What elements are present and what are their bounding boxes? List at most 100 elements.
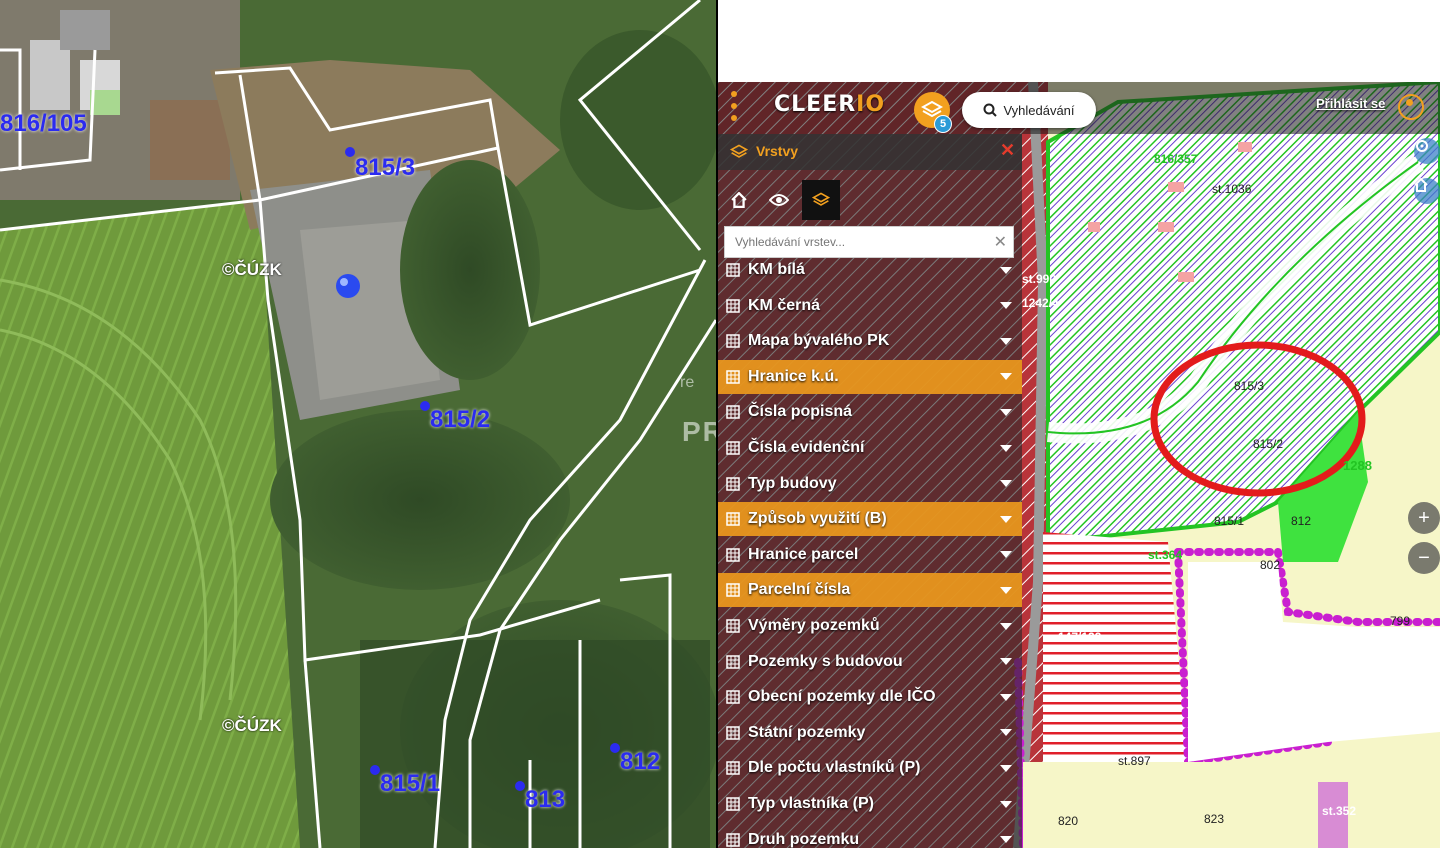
chevron-down-icon[interactable]: [1000, 622, 1012, 630]
chevron-down-icon[interactable]: [1000, 800, 1012, 808]
grid-icon: [726, 476, 740, 491]
layers-icon: [812, 192, 830, 206]
layer-item[interactable]: Státní pozemky: [718, 716, 1022, 750]
layer-item-label: Typ budovy: [748, 474, 837, 492]
parcel-label: 815/2: [430, 406, 491, 433]
close-icon[interactable]: ✕: [1000, 140, 1015, 161]
chevron-down-icon[interactable]: [1000, 586, 1012, 594]
crosshair-icon: [1416, 140, 1428, 152]
cleerio-app: 815/3 815/2 815/1 812 802 1288 816/357 s…: [718, 0, 1440, 848]
tab-home[interactable]: [720, 180, 758, 220]
layer-item-label: Výměry pozemků: [748, 617, 880, 634]
home-icon: [1414, 178, 1428, 192]
chevron-down-icon[interactable]: [1000, 693, 1012, 701]
parcel-label: 823: [1204, 812, 1225, 826]
app-logo[interactable]: CLEERIO: [774, 92, 885, 117]
home-view-button[interactable]: [1414, 178, 1440, 204]
grid-icon: [726, 298, 740, 313]
locate-button[interactable]: [1414, 138, 1440, 164]
parcel-label: st.352: [1322, 804, 1357, 818]
layer-item[interactable]: KM černá: [718, 289, 1022, 323]
parcel-label: 812: [620, 748, 661, 775]
menu-button[interactable]: [730, 91, 738, 121]
grid-icon: [726, 619, 740, 633]
parcel-label: 816/105: [0, 110, 87, 137]
chevron-down-icon[interactable]: [1000, 480, 1012, 488]
chevron-down-icon[interactable]: [1000, 266, 1012, 274]
layer-item[interactable]: KM bílá: [718, 253, 1022, 287]
grid-icon: [726, 726, 740, 740]
grid-icon: [726, 370, 740, 384]
layer-item[interactable]: Hranice parcel: [718, 538, 1022, 572]
chevron-down-icon[interactable]: [1000, 337, 1012, 345]
layer-item[interactable]: Obecní pozemky dle IČO: [718, 680, 1022, 714]
parcel-label: 820: [1058, 814, 1079, 828]
layer-item[interactable]: Čísla evidenční: [718, 431, 1022, 465]
dot-icon: [731, 103, 737, 109]
eye-icon: [769, 194, 789, 206]
user-icon[interactable]: [1398, 94, 1424, 120]
copyright-label: ©ČÚZK: [222, 260, 282, 279]
layer-item[interactable]: Hranice k.ú.: [718, 359, 1022, 394]
tab-layers[interactable]: [802, 180, 840, 220]
layer-item-label: Obecní pozemky dle IČO: [748, 688, 936, 706]
grid-icon: [726, 263, 740, 277]
layer-item[interactable]: Pozemky s budovou: [718, 645, 1022, 679]
grid-icon: [726, 761, 740, 776]
satellite-map[interactable]: 815/3 815/2 815/1 813 812 816/105 ©ČÚZK …: [0, 0, 716, 848]
dot-icon: [731, 91, 737, 97]
layer-item[interactable]: Výměry pozemků: [718, 609, 1022, 643]
layer-item-label: Státní pozemky: [748, 723, 866, 741]
parcel-label: 812: [1291, 514, 1312, 528]
parcel-label: 815/3: [1234, 379, 1265, 393]
layers-panel-title: Vrstvy: [756, 143, 799, 159]
layer-item[interactable]: Čísla popisná: [718, 395, 1022, 429]
tab-visibility[interactable]: [760, 180, 798, 220]
grid-icon: [726, 832, 740, 847]
parcel-label: 802: [1260, 558, 1281, 572]
parcel-label: 815/1: [380, 770, 441, 797]
grid-icon: [726, 441, 740, 455]
parcel-label: st.990: [1022, 272, 1057, 286]
zoom-in-button[interactable]: +: [1408, 502, 1440, 534]
satellite-imagery: [0, 0, 716, 848]
parcel-label: 815/3: [355, 154, 416, 181]
home-icon: [731, 192, 747, 208]
clear-icon[interactable]: ✕: [994, 232, 1007, 252]
chevron-down-icon[interactable]: [1000, 408, 1012, 416]
chevron-down-icon[interactable]: [1000, 444, 1012, 452]
parcel-label: st.364: [1148, 548, 1183, 562]
chevron-down-icon[interactable]: [1000, 551, 1012, 559]
layer-item-label: Dle počtu vlastníků (P): [748, 759, 921, 777]
layer-item[interactable]: Druh pozemku: [718, 823, 1022, 848]
chevron-down-icon[interactable]: [1000, 373, 1012, 381]
parcel-label: st.897: [1118, 754, 1151, 768]
layer-item[interactable]: Typ budovy: [718, 467, 1022, 501]
search-button[interactable]: Vyhledávání: [962, 92, 1096, 128]
layer-item[interactable]: Parcelní čísla: [718, 573, 1022, 608]
chevron-down-icon[interactable]: [1000, 764, 1012, 772]
layer-item-label: KM černá: [748, 296, 821, 314]
parcel-label: 147/129: [1058, 630, 1102, 644]
chevron-down-icon[interactable]: [1000, 836, 1012, 844]
login-link[interactable]: Přihlásit se: [1316, 96, 1385, 111]
layer-item-label: Mapa bývalého PK: [748, 332, 890, 350]
parcel-label: 1242/4: [1022, 296, 1059, 310]
chevron-down-icon[interactable]: [1000, 729, 1012, 737]
parcel-label: 816/357: [1154, 152, 1198, 166]
grid-icon: [726, 334, 740, 348]
layer-item[interactable]: Způsob využití (B): [718, 502, 1022, 537]
layers-icon: [730, 144, 748, 158]
chevron-down-icon[interactable]: [1000, 515, 1012, 523]
layer-item[interactable]: Dle počtu vlastníků (P): [718, 751, 1022, 785]
parcel-label: 813: [525, 786, 566, 813]
chevron-down-icon[interactable]: [1000, 302, 1012, 310]
layer-item[interactable]: Typ vlastníka (P): [718, 787, 1022, 821]
zoom-out-button[interactable]: −: [1408, 542, 1440, 574]
chevron-down-icon[interactable]: [1000, 658, 1012, 666]
copyright-label: ©ČÚZK: [222, 716, 282, 735]
parcel-label: 799: [1390, 614, 1411, 628]
parcel-label: 815/2: [1253, 437, 1284, 451]
parcel-label: 815/1: [1214, 514, 1245, 528]
layer-item[interactable]: Mapa bývalého PK: [718, 324, 1022, 358]
